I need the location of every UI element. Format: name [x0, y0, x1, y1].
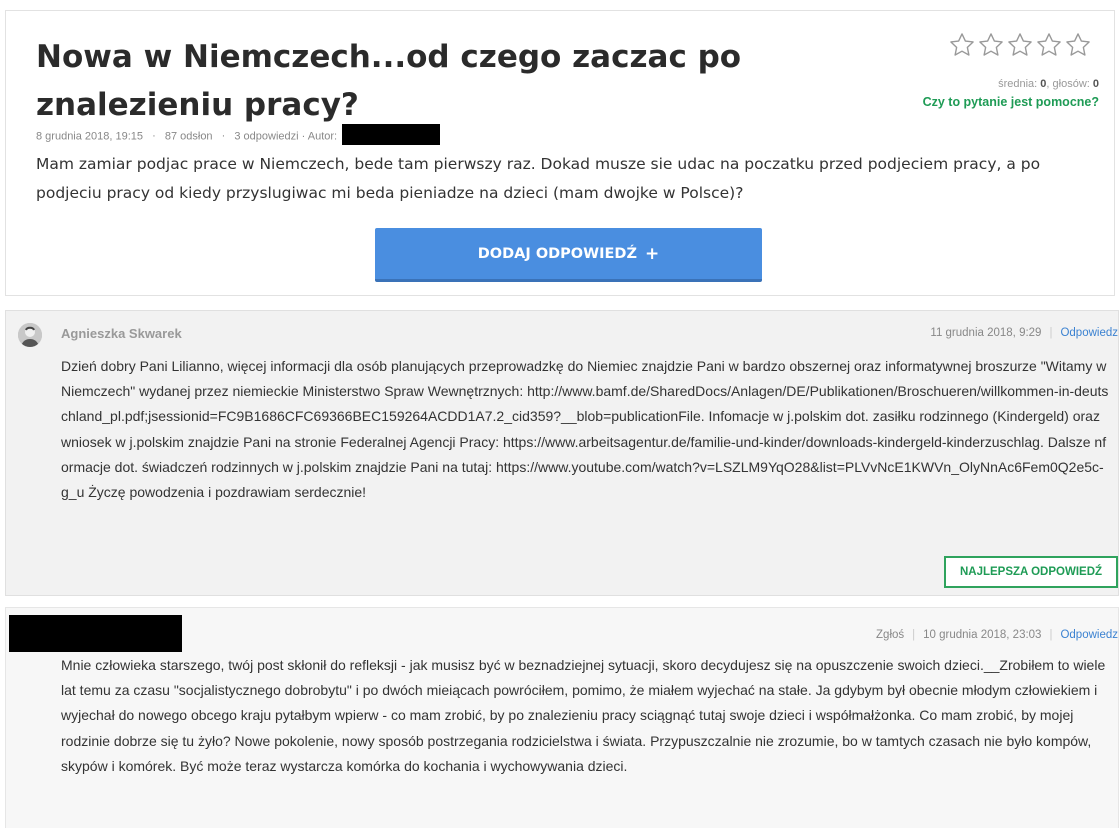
- best-answer-button[interactable]: NAJLEPSZA ODPOWIEDŹ: [944, 556, 1118, 588]
- reply-link[interactable]: Odpowiedz: [1060, 327, 1118, 339]
- question-meta: 8 grudnia 2018, 19:15 · 87 odsłon · 3 od…: [36, 124, 441, 147]
- question-title: Nowa w Niemczech...od czego zaczac po zn…: [36, 39, 742, 123]
- rating-stars[interactable]: [948, 31, 1092, 59]
- plus-icon: +: [644, 243, 660, 264]
- question-answers-count: 3 odpowiedzi: [234, 130, 299, 143]
- rating-summary: średnia: 0, głosów: 0: [998, 78, 1099, 90]
- add-answer-label: DODAJ ODPOWIEDŹ: [477, 245, 637, 262]
- star-outline-icon[interactable]: [1064, 31, 1092, 59]
- avg-value: 0: [1040, 78, 1047, 90]
- reply-card: Zgłoś | 10 grudnia 2018, 23:03 | Odpowiedz M…: [5, 607, 1119, 828]
- author-label: · Autor:: [301, 130, 338, 143]
- reply-date: 11 grudnia 2018, 9:29: [930, 327, 1042, 339]
- reply-body: Mnie człowieka starszego, twój post skło…: [61, 657, 1106, 774]
- add-answer-button[interactable]: DODAJ ODPOWIEDŹ +: [375, 228, 762, 282]
- reply-link[interactable]: Odpowiedz: [1060, 629, 1118, 641]
- question-date: 8 grudnia 2018, 19:15: [36, 130, 144, 143]
- votes-label: głosów:: [1052, 78, 1090, 90]
- star-outline-icon[interactable]: [1006, 31, 1034, 59]
- votes-value: 0: [1092, 78, 1099, 90]
- reply-meta: 11 grudnia 2018, 9:29 | Odpowiedz: [930, 327, 1118, 339]
- redacted-author: [342, 124, 441, 145]
- question-views: 87 odsłon: [164, 130, 213, 143]
- redacted-author: [9, 615, 182, 652]
- star-outline-icon[interactable]: [977, 31, 1005, 59]
- report-link[interactable]: Zgłoś: [876, 629, 904, 641]
- avatar: [18, 323, 42, 347]
- question-card: Nowa w Niemczech...od czego zaczac po zn…: [5, 10, 1115, 296]
- avg-label: średnia:: [998, 78, 1038, 90]
- reply-meta: Zgłoś | 10 grudnia 2018, 23:03 | Odpowiedz: [876, 629, 1118, 641]
- star-outline-icon[interactable]: [948, 31, 976, 59]
- helpful-link[interactable]: Czy to pytanie jest pomocne?: [923, 95, 1099, 109]
- reply-date: 10 grudnia 2018, 23:03: [923, 629, 1042, 641]
- star-outline-icon[interactable]: [1035, 31, 1063, 59]
- question-body: Mam zamiar podjac prace w Niemczech, bed…: [36, 155, 1041, 202]
- reply-body: Dzień dobry Pani Lilianno, więcej inform…: [61, 358, 1109, 501]
- reply-author[interactable]: Agnieszka Skwarek: [61, 326, 182, 341]
- reply-card: Agnieszka Skwarek 11 grudnia 2018, 9:29 |…: [5, 310, 1119, 596]
